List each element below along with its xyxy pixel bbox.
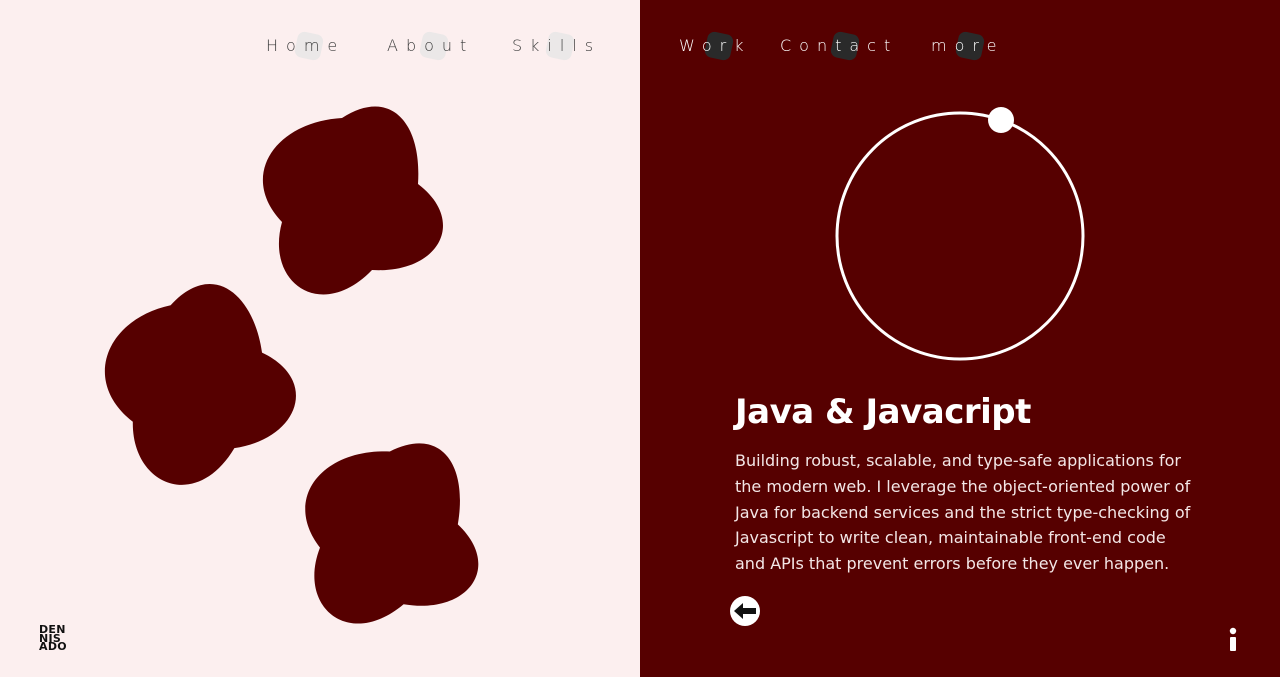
nav-link-skills[interactable]: Skills: [512, 36, 601, 56]
orbit-ring-graphic: [835, 107, 1085, 361]
nav-link-more[interactable]: more: [931, 36, 1004, 56]
info-icon[interactable]: [1224, 626, 1242, 656]
site-logo[interactable]: DEN NIS ADO: [39, 624, 75, 653]
nav-link-about[interactable]: About: [387, 36, 474, 56]
logo-line-3: ADO: [39, 640, 67, 653]
decorative-blob-top: [262, 106, 443, 295]
orbit-dot: [988, 107, 1014, 133]
orbit-ring: [835, 111, 1085, 361]
arrow-left-icon: [734, 603, 756, 619]
decorative-blob-bottom: [305, 443, 479, 624]
skill-title: Java & Javacript: [735, 392, 1031, 432]
decorative-blob-middle: [105, 284, 296, 485]
left-panel: DEN NIS ADO: [0, 0, 640, 677]
back-button[interactable]: [730, 596, 760, 626]
nav-link-home[interactable]: Home: [266, 36, 345, 56]
skill-description: Building robust, scalable, and type-safe…: [735, 451, 1191, 574]
nav-link-contact[interactable]: Contact: [780, 36, 898, 56]
nav-link-work[interactable]: Work: [679, 36, 752, 56]
